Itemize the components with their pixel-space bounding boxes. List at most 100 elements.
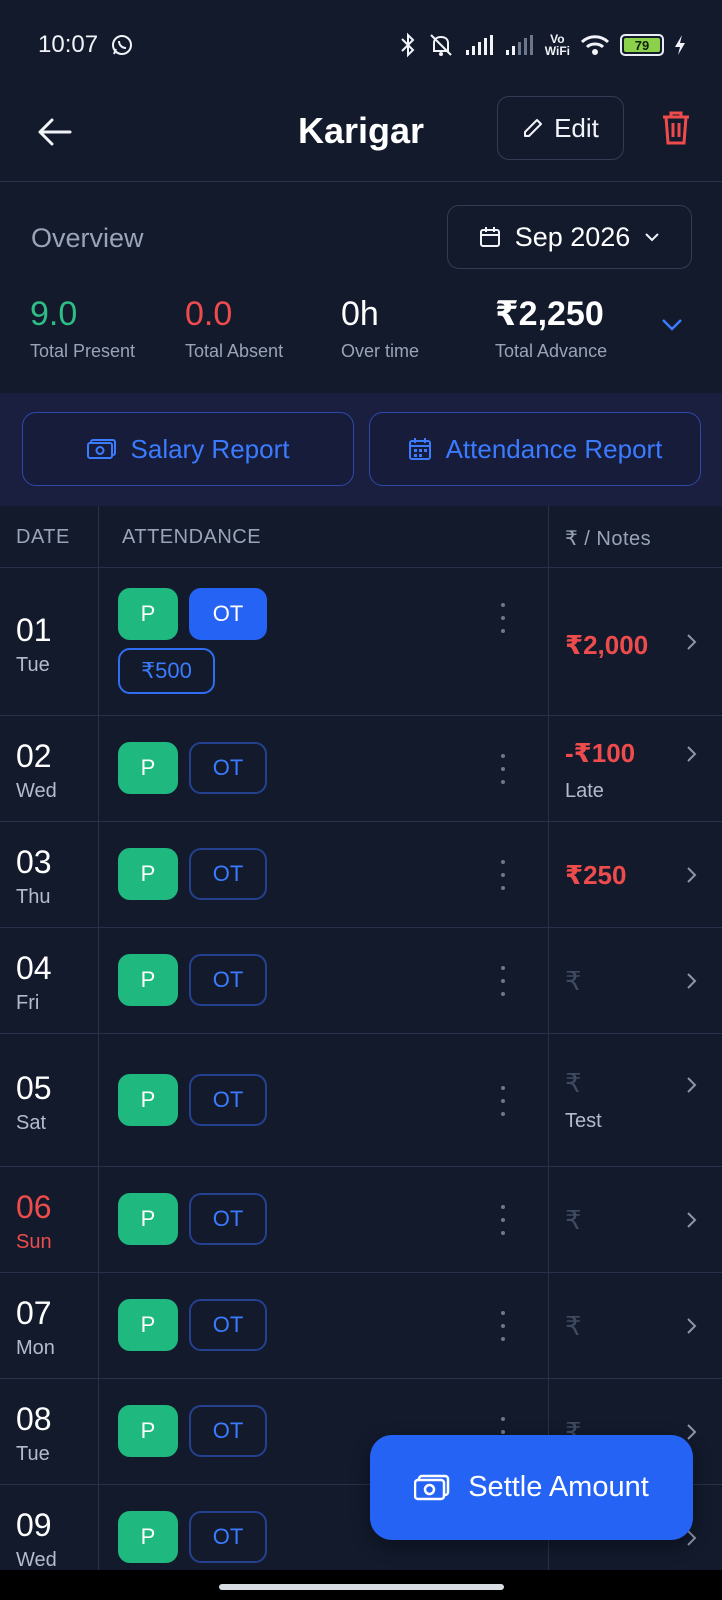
table-row[interactable]: 03 Thu P OT ₹250 — [0, 822, 722, 928]
day-number: 04 — [16, 950, 52, 986]
present-toggle[interactable]: P — [118, 588, 178, 640]
expand-overview-button[interactable] — [656, 313, 688, 337]
row-amount: ₹ — [565, 1068, 582, 1098]
overtime-toggle[interactable]: OT — [189, 742, 267, 794]
attendance-report-button[interactable]: Attendance Report — [369, 412, 701, 486]
day-name: Fri — [16, 992, 40, 1014]
battery-level: 79 — [624, 38, 660, 53]
row-menu-icon[interactable] — [496, 860, 510, 890]
stat-label: Over time — [341, 341, 420, 361]
status-left: 10:07 — [38, 31, 134, 59]
overtime-amount[interactable]: ₹500 — [118, 648, 215, 694]
overtime-toggle[interactable]: OT — [189, 1405, 267, 1457]
stat-label: Total Advance — [495, 341, 608, 361]
table-row[interactable]: 07 Mon P OT ₹ — [0, 1273, 722, 1379]
overtime-toggle[interactable]: OT — [189, 848, 267, 900]
day-name: Sat — [16, 1112, 47, 1134]
calendar-icon — [479, 227, 500, 247]
row-menu-icon[interactable] — [496, 603, 510, 633]
present-toggle[interactable]: P — [118, 848, 178, 900]
home-indicator[interactable] — [219, 1584, 504, 1590]
overtime-toggle[interactable]: OT — [189, 1511, 267, 1563]
row-amount: ₹ — [565, 1311, 582, 1341]
stat-overtime: 0h Over time — [341, 295, 419, 362]
present-toggle[interactable]: P — [118, 1299, 178, 1351]
bluetooth-icon — [399, 32, 417, 58]
present-toggle[interactable]: P — [118, 742, 178, 794]
stat-value: 0.0 — [185, 295, 233, 333]
table-row[interactable]: 06 Sun P OT ₹ — [0, 1167, 722, 1273]
chevron-right-icon[interactable] — [684, 864, 700, 886]
delete-button[interactable] — [656, 106, 696, 150]
mute-icon — [427, 32, 455, 58]
signal-icon — [465, 34, 495, 56]
day-name: Tue — [16, 654, 50, 676]
battery-icon: 79 — [620, 34, 664, 56]
chevron-right-icon[interactable] — [684, 1315, 700, 1337]
present-toggle[interactable]: P — [118, 1511, 178, 1563]
calendar-grid-icon — [408, 438, 431, 460]
stat-value: ₹2,250 — [495, 295, 604, 333]
row-menu-icon[interactable] — [496, 966, 510, 996]
month-picker[interactable]: Sep 2026 — [447, 205, 692, 269]
overtime-toggle[interactable]: OT — [189, 1193, 267, 1245]
chevron-right-icon[interactable] — [684, 743, 700, 765]
row-amount: ₹250 — [565, 860, 627, 890]
settle-amount-button[interactable]: Settle Amount — [370, 1435, 693, 1540]
chevron-right-icon[interactable] — [684, 970, 700, 992]
day-number: 07 — [16, 1295, 52, 1331]
day-number: 06 — [16, 1189, 52, 1225]
stat-total-present: 9.0 Total Present — [30, 295, 135, 362]
row-amount: ₹ — [565, 966, 582, 996]
present-toggle[interactable]: P — [118, 1193, 178, 1245]
table-row[interactable]: 05 Sat P OT ₹ Test — [0, 1034, 722, 1167]
chevron-right-icon[interactable] — [684, 1209, 700, 1231]
row-menu-icon[interactable] — [496, 1311, 510, 1341]
present-toggle[interactable]: P — [118, 1405, 178, 1457]
column-divider — [98, 506, 99, 1570]
table-row[interactable]: 01 Tue P OT ₹500 ₹2,000 — [0, 568, 722, 716]
vowifi-icon: Vo WiFi — [545, 33, 570, 57]
row-menu-icon[interactable] — [496, 1205, 510, 1235]
salary-report-button[interactable]: Salary Report — [22, 412, 354, 486]
chevron-right-icon[interactable] — [684, 1074, 700, 1096]
present-toggle[interactable]: P — [118, 1074, 178, 1126]
reports-band: Salary Report Attendance Report — [0, 393, 722, 506]
stat-total-absent: 0.0 Total Absent — [185, 295, 283, 362]
cash-icon — [86, 439, 116, 459]
day-name: Tue — [16, 1443, 50, 1465]
status-bar: 10:07 Vo WiFi 79 — [0, 0, 722, 90]
status-time: 10:07 — [38, 31, 99, 58]
status-right: Vo WiFi 79 — [399, 32, 686, 58]
pencil-icon — [524, 119, 543, 137]
table-row[interactable]: 02 Wed P OT -₹100 Late — [0, 716, 722, 822]
stat-value: 9.0 — [30, 295, 78, 333]
month-value: Sep 2026 — [514, 221, 631, 252]
stat-total-advance: ₹2,250 Total Advance — [495, 295, 607, 362]
edit-button[interactable]: Edit — [497, 96, 624, 160]
chevron-right-icon[interactable] — [684, 1421, 700, 1443]
chevron-right-icon[interactable] — [684, 631, 700, 653]
overview-label: Overview — [31, 223, 144, 253]
overtime-toggle[interactable]: OT — [189, 1074, 267, 1126]
day-number: 05 — [16, 1070, 52, 1106]
back-button[interactable] — [30, 108, 78, 156]
overtime-toggle[interactable]: OT — [189, 954, 267, 1006]
chevron-down-icon — [645, 233, 660, 242]
table-row[interactable]: 04 Fri P OT ₹ — [0, 928, 722, 1034]
day-name: Wed — [16, 780, 57, 802]
present-toggle[interactable]: P — [118, 954, 178, 1006]
charging-icon — [674, 34, 686, 56]
day-name: Sun — [16, 1231, 52, 1253]
overtime-toggle[interactable]: OT — [189, 588, 267, 640]
day-name: Wed — [16, 1549, 57, 1570]
whatsapp-icon — [110, 33, 134, 57]
attendance-report-label: Attendance Report — [445, 433, 663, 464]
row-menu-icon[interactable] — [496, 754, 510, 784]
overtime-toggle[interactable]: OT — [189, 1299, 267, 1351]
day-number: 02 — [16, 738, 52, 774]
row-amount: -₹100 — [565, 738, 636, 768]
column-header-notes: ₹ / Notes — [565, 528, 652, 550]
day-number: 01 — [16, 612, 52, 648]
row-menu-icon[interactable] — [496, 1086, 510, 1116]
